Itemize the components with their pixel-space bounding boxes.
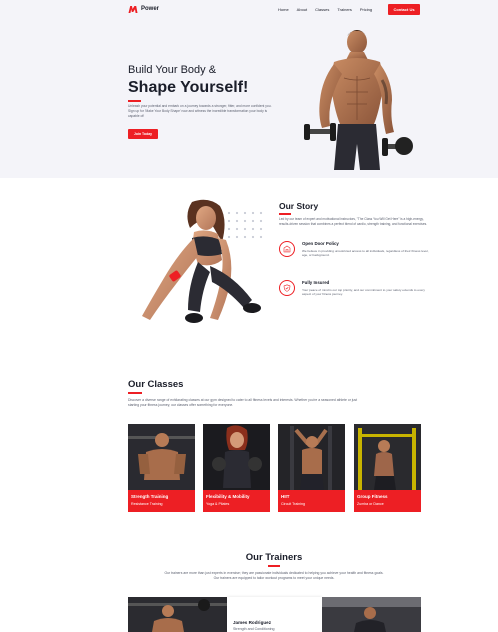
nav-classes[interactable]: Classes [315,7,329,12]
hero-subtitle: Build Your Body & [128,64,217,76]
classes-title: Our Classes [128,379,184,390]
feature-title: Open Door Policy [302,241,339,246]
class-subtitle: Circuit Training [281,502,305,506]
class-subtitle: Resistance Training [131,502,163,506]
classes-description: Discover a diverse range of exhilarating… [128,398,358,407]
trainer-photo [128,597,227,632]
door-icon [279,241,295,257]
class-name: Flexibility & Mobility [206,494,250,499]
class-card-flexibility[interactable]: Flexibility & Mobility Yoga & Pilates [203,424,270,512]
story-athlete-image [142,199,261,323]
trainer-name: James Rodriguez [233,620,272,625]
story-title: Our Story [279,201,319,211]
nav-about[interactable]: About [297,7,307,12]
class-card-group-fitness[interactable]: Group Fitness Zumba or Dance [354,424,421,512]
trainers-accent-line [268,565,280,567]
feature-description: We believe in providing unrestricted acc… [302,249,429,258]
feature-title: Fully Insured [302,280,330,285]
class-card-hiit[interactable]: HIIT Circuit Training [278,424,345,512]
class-subtitle: Zumba or Dance [357,502,384,506]
nav-trainers[interactable]: Trainers [337,7,352,12]
trainer-role: Strength and Conditioning [233,627,275,631]
trainers-description: Our trainers are more than just experts … [164,571,384,580]
hero-section: Power Home About Classes Trainers Pricin… [0,0,498,178]
trainer-photo [322,597,421,632]
logo[interactable]: Power [128,4,159,14]
class-image [203,424,270,490]
class-image [278,424,345,490]
nav-pricing[interactable]: Pricing [360,7,372,12]
classes-accent-line [128,392,142,394]
main-nav: Home About Classes Trainers Pricing [278,7,372,12]
hero-athlete-image [304,30,413,170]
class-name: HIIT [281,494,290,499]
story-text: Led by our team of expert and motivation… [279,217,428,226]
class-image [354,424,421,490]
feature-description: Your peace of mind is our top priority, … [302,288,425,297]
class-image [128,424,195,490]
nav-home[interactable]: Home [278,7,289,12]
class-subtitle: Yoga & Pilates [206,502,230,506]
brand-name: Power [141,6,160,12]
hero-description: Unleash your potential and embark on a j… [128,104,272,118]
story-accent-line [279,213,291,215]
trainers-title: Our Trainers [245,552,303,563]
trainer-card[interactable]: James Rodriguez Strength and Conditionin… [227,597,322,632]
join-button[interactable]: Join Today [128,129,158,139]
hero-accent-line [128,100,141,102]
class-card-strength[interactable]: Strength Training Resistance Training [128,424,195,512]
logo-icon [128,6,138,13]
class-name: Strength Training [131,494,169,499]
contact-button[interactable]: Contact Us [388,4,420,15]
hero-title: Shape Yourself! [128,79,249,96]
class-name: Group Fitness [357,494,388,499]
shield-icon [279,280,295,296]
